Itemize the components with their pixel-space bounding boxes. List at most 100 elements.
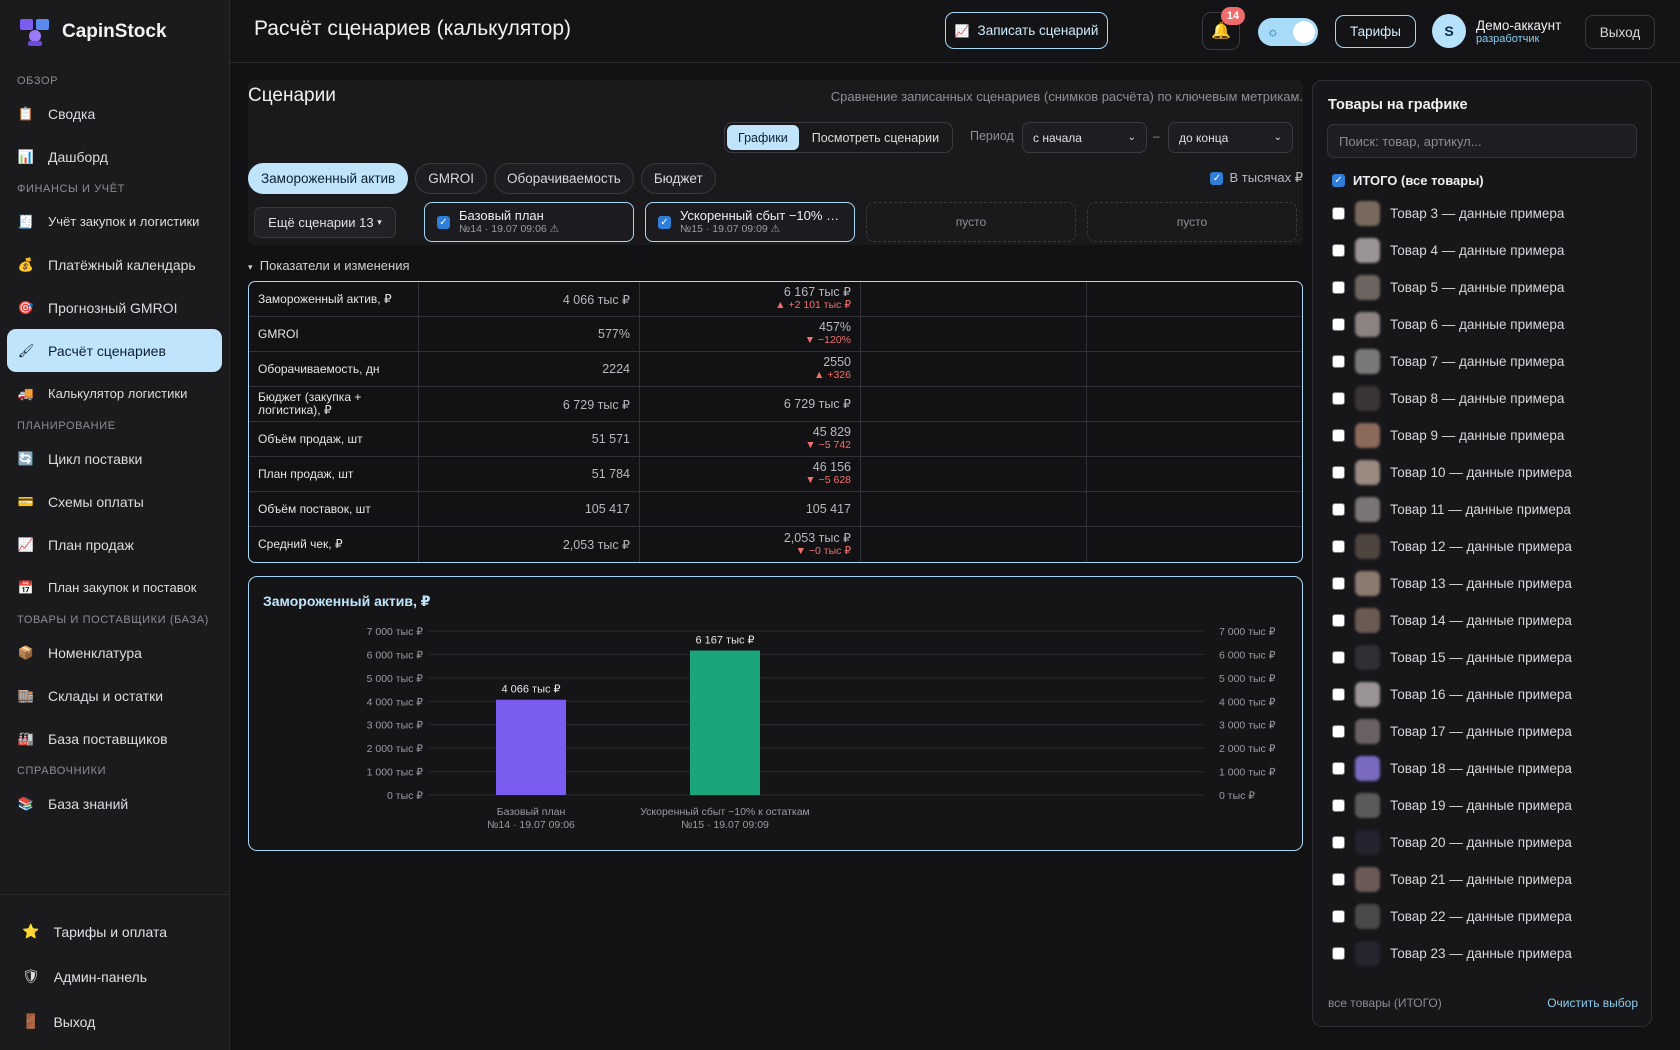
- checkbox-checked-icon[interactable]: ✓: [1332, 174, 1345, 187]
- metrics-section-toggle[interactable]: ▾ Показатели и изменения: [248, 258, 410, 273]
- list-item[interactable]: Товар 21 — данные примера: [1332, 861, 1642, 898]
- sidebar-item[interactable]: 💰 Платёжный календарь: [7, 243, 222, 286]
- checkbox-unchecked-icon[interactable]: [1332, 688, 1345, 701]
- list-item[interactable]: Товар 14 — данные примера: [1332, 602, 1642, 639]
- list-item[interactable]: Товар 4 — данные примера: [1332, 232, 1642, 269]
- sidebar-item-label: Дашборд: [48, 148, 108, 165]
- thousands-toggle[interactable]: ✓ В тысячах ₽: [1210, 170, 1303, 186]
- checkbox-unchecked-icon[interactable]: [1332, 466, 1345, 479]
- sidebar-item[interactable]: 🏬 Склады и остатки: [7, 674, 222, 717]
- list-item[interactable]: Товар 13 — данные примера: [1332, 565, 1642, 602]
- checkbox-unchecked-icon[interactable]: [1332, 799, 1345, 812]
- checkbox-unchecked-icon[interactable]: [1332, 836, 1345, 849]
- sidebar-item[interactable]: 💳 Схемы оплаты: [7, 480, 222, 523]
- list-item[interactable]: Товар 22 — данные примера: [1332, 898, 1642, 935]
- top-header: Расчёт сценариев (калькулятор) 📈 Записат…: [230, 0, 1680, 63]
- scenario-slot-1[interactable]: ✓ Базовый план №14 · 19.07 09:06 ⚠: [424, 202, 634, 242]
- notifications-button[interactable]: 🔔 14: [1202, 7, 1245, 50]
- checkbox-checked-icon[interactable]: ✓: [437, 216, 450, 229]
- metric-chip[interactable]: Замороженный актив: [248, 163, 409, 194]
- logout-button[interactable]: Выход: [1585, 15, 1655, 49]
- list-item[interactable]: Товар 11 — данные примера: [1332, 491, 1642, 528]
- list-item[interactable]: Товар 10 — данные примера: [1332, 454, 1642, 491]
- period-label: Период: [970, 129, 1014, 143]
- list-item[interactable]: Товар 7 — данные примера: [1332, 343, 1642, 380]
- more-scenarios-dropdown[interactable]: Ещё сценарии 13 ▾: [254, 207, 396, 238]
- period-from-select[interactable]: с начала ⌄: [1022, 122, 1147, 153]
- list-item[interactable]: Товар 18 — данные примера: [1332, 750, 1642, 787]
- list-item[interactable]: Товар 8 — данные примера: [1332, 380, 1642, 417]
- checkbox-unchecked-icon[interactable]: [1332, 947, 1345, 960]
- list-item[interactable]: Товар 20 — данные примера: [1332, 824, 1642, 861]
- list-item[interactable]: Товар 5 — данные примера: [1332, 269, 1642, 306]
- metric-label: Объём поставок, шт: [249, 492, 419, 527]
- list-item[interactable]: Товар 19 — данные примера: [1332, 787, 1642, 824]
- sidebar-bottom-item[interactable]: 🚪 Выход: [12, 999, 217, 1044]
- scenario-slot-2[interactable]: ✓ Ускоренный сбыт −10% … №15 · 19.07 09:…: [645, 202, 855, 242]
- sidebar-item[interactable]: 📚 База знаний: [7, 782, 222, 825]
- sidebar-item-label: Тарифы и оплата: [53, 923, 167, 940]
- sidebar-item[interactable]: 📦 Номенклатура: [7, 631, 222, 674]
- total-all-products[interactable]: ✓ ИТОГО (все товары): [1332, 173, 1484, 188]
- list-item[interactable]: Товар 12 — данные примера: [1332, 528, 1642, 565]
- checkbox-checked-icon[interactable]: ✓: [658, 216, 671, 229]
- list-item[interactable]: Товар 16 — данные примера: [1332, 676, 1642, 713]
- tab-charts[interactable]: Графики: [727, 125, 799, 150]
- metric-chip[interactable]: Оборачиваемость: [493, 163, 634, 194]
- sidebar-item[interactable]: 📋 Сводка: [7, 92, 222, 135]
- checkbox-unchecked-icon[interactable]: [1332, 429, 1345, 442]
- checkbox-unchecked-icon[interactable]: [1332, 725, 1345, 738]
- sidebar-item[interactable]: 🏭 База поставщиков: [7, 717, 222, 760]
- tariffs-button[interactable]: Тарифы: [1335, 15, 1416, 48]
- scenario-slot-empty[interactable]: пусто: [866, 202, 1076, 242]
- metric-empty-cell: [861, 282, 1088, 317]
- theme-toggle[interactable]: ☼: [1258, 18, 1318, 46]
- sidebar-bottom-item[interactable]: ⭐ Тарифы и оплата: [12, 909, 217, 954]
- checkbox-unchecked-icon[interactable]: [1332, 651, 1345, 664]
- sidebar-item[interactable]: 📊 Дашборд: [7, 135, 222, 178]
- list-item[interactable]: Товар 23 — данные примера: [1332, 935, 1642, 972]
- record-scenario-button[interactable]: 📈 Записать сценарий: [945, 12, 1108, 49]
- metric-label: Замороженный актив, ₽: [249, 282, 419, 317]
- clear-selection-link[interactable]: Очистить выбор: [1547, 996, 1638, 1010]
- list-item[interactable]: Товар 9 — данные примера: [1332, 417, 1642, 454]
- list-item[interactable]: Товар 15 — данные примера: [1332, 639, 1642, 676]
- list-item[interactable]: Товар 6 — данные примера: [1332, 306, 1642, 343]
- sidebar-item[interactable]: 🖌 Расчёт сценариев: [7, 329, 222, 372]
- metric-chips: Замороженный актив GMROI Оборачиваемость Бю…: [248, 163, 716, 194]
- checkbox-unchecked-icon[interactable]: [1332, 503, 1345, 516]
- sidebar-bottom-item[interactable]: 🛡 Админ-панель: [12, 954, 217, 999]
- list-item[interactable]: Товар 17 — данные примера: [1332, 713, 1642, 750]
- tab-view-scenarios[interactable]: Посмотреть сценарии: [801, 125, 950, 150]
- checkbox-checked-icon[interactable]: ✓: [1210, 171, 1224, 185]
- checkbox-unchecked-icon[interactable]: [1332, 873, 1345, 886]
- scenarios-panel: Сценарии Сравнение записанных сценариев …: [248, 80, 1303, 245]
- products-search-input[interactable]: Поиск: товар, артикул...: [1327, 124, 1637, 158]
- sidebar-item[interactable]: 🔄 Цикл поставки: [7, 437, 222, 480]
- brand[interactable]: CapinStock: [18, 14, 167, 50]
- scenario-slot-empty[interactable]: пусто: [1087, 202, 1297, 242]
- checkbox-unchecked-icon[interactable]: [1332, 614, 1345, 627]
- list-item[interactable]: Товар 3 — данные примера: [1332, 195, 1642, 232]
- checkbox-unchecked-icon[interactable]: [1332, 540, 1345, 553]
- checkbox-unchecked-icon[interactable]: [1332, 762, 1345, 775]
- metric-chip[interactable]: GMROI: [415, 163, 487, 194]
- checkbox-unchecked-icon[interactable]: [1332, 910, 1345, 923]
- metric-chip[interactable]: Бюджет: [640, 163, 716, 194]
- sidebar-item[interactable]: 📅 План закупок и поставок: [7, 566, 222, 609]
- checkbox-unchecked-icon[interactable]: [1332, 318, 1345, 331]
- sidebar-item[interactable]: 🧾 Учёт закупок и логистики: [7, 200, 222, 243]
- checkbox-unchecked-icon[interactable]: [1332, 577, 1345, 590]
- bar[interactable]: [496, 699, 566, 795]
- sidebar-item[interactable]: 📈 План продаж: [7, 523, 222, 566]
- checkbox-unchecked-icon[interactable]: [1332, 392, 1345, 405]
- checkbox-unchecked-icon[interactable]: [1332, 244, 1345, 257]
- checkbox-unchecked-icon[interactable]: [1332, 207, 1345, 220]
- sidebar-item[interactable]: 🎯 Прогнозный GMROI: [7, 286, 222, 329]
- bar[interactable]: [690, 650, 760, 795]
- checkbox-unchecked-icon[interactable]: [1332, 281, 1345, 294]
- period-to-select[interactable]: до конца ⌄: [1168, 122, 1293, 153]
- sidebar-item[interactable]: 🚚 Калькулятор логистики: [7, 372, 222, 415]
- checkbox-unchecked-icon[interactable]: [1332, 355, 1345, 368]
- user-menu[interactable]: S Демо-аккаунт разработчик: [1432, 14, 1561, 48]
